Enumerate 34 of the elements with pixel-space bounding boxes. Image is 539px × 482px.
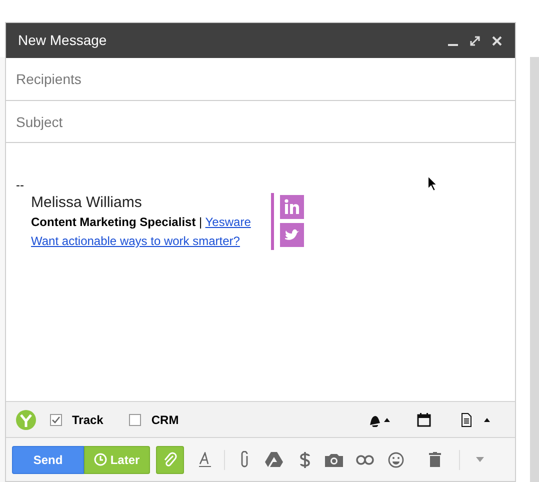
paperclip-icon bbox=[163, 452, 177, 468]
document-icon[interactable] bbox=[461, 412, 491, 426]
signature-separator: -- bbox=[16, 179, 24, 191]
linkedin-icon[interactable] bbox=[280, 195, 304, 219]
option-label: CRM bbox=[151, 412, 179, 428]
drive-icon[interactable] bbox=[265, 452, 283, 467]
scrollbar[interactable] bbox=[530, 57, 539, 482]
camera-icon[interactable] bbox=[325, 452, 343, 466]
yesware-logo-icon bbox=[16, 410, 36, 430]
calendar-icon[interactable] bbox=[417, 412, 431, 426]
subject-field[interactable]: Subject bbox=[6, 101, 515, 143]
message-body[interactable]: -- Melissa Williams Content Marketing Specialist | Yesware Want actionable ways to work smarter? bbox=[6, 143, 515, 401]
paperclip-icon[interactable] bbox=[240, 450, 250, 468]
link-icon[interactable] bbox=[356, 454, 374, 464]
option-label: Track bbox=[72, 412, 104, 428]
trash-icon[interactable] bbox=[429, 452, 441, 467]
twitter-icon[interactable] bbox=[280, 223, 304, 247]
mouse-cursor-icon bbox=[427, 175, 438, 192]
close-icon[interactable] bbox=[491, 34, 503, 46]
checkbox[interactable] bbox=[50, 414, 62, 426]
emoji-icon[interactable] bbox=[388, 452, 404, 468]
clock-icon bbox=[94, 453, 108, 466]
signature-title: Content Marketing Specialist | Yesware bbox=[31, 214, 251, 231]
checkbox[interactable] bbox=[129, 414, 142, 426]
window-title: New Message bbox=[18, 31, 107, 50]
signature-name: Melissa Williams bbox=[31, 193, 143, 213]
text-format-icon[interactable] bbox=[198, 452, 212, 468]
more-options-icon[interactable] bbox=[476, 457, 484, 462]
dollar-icon[interactable] bbox=[299, 450, 311, 468]
attachment-button[interactable] bbox=[156, 446, 184, 474]
signature-link[interactable]: Want actionable ways to work smarter? bbox=[31, 232, 251, 250]
company-link[interactable]: Yesware bbox=[205, 215, 251, 229]
expand-icon[interactable] bbox=[469, 34, 481, 46]
recipients-field[interactable]: Recipients bbox=[6, 58, 515, 101]
